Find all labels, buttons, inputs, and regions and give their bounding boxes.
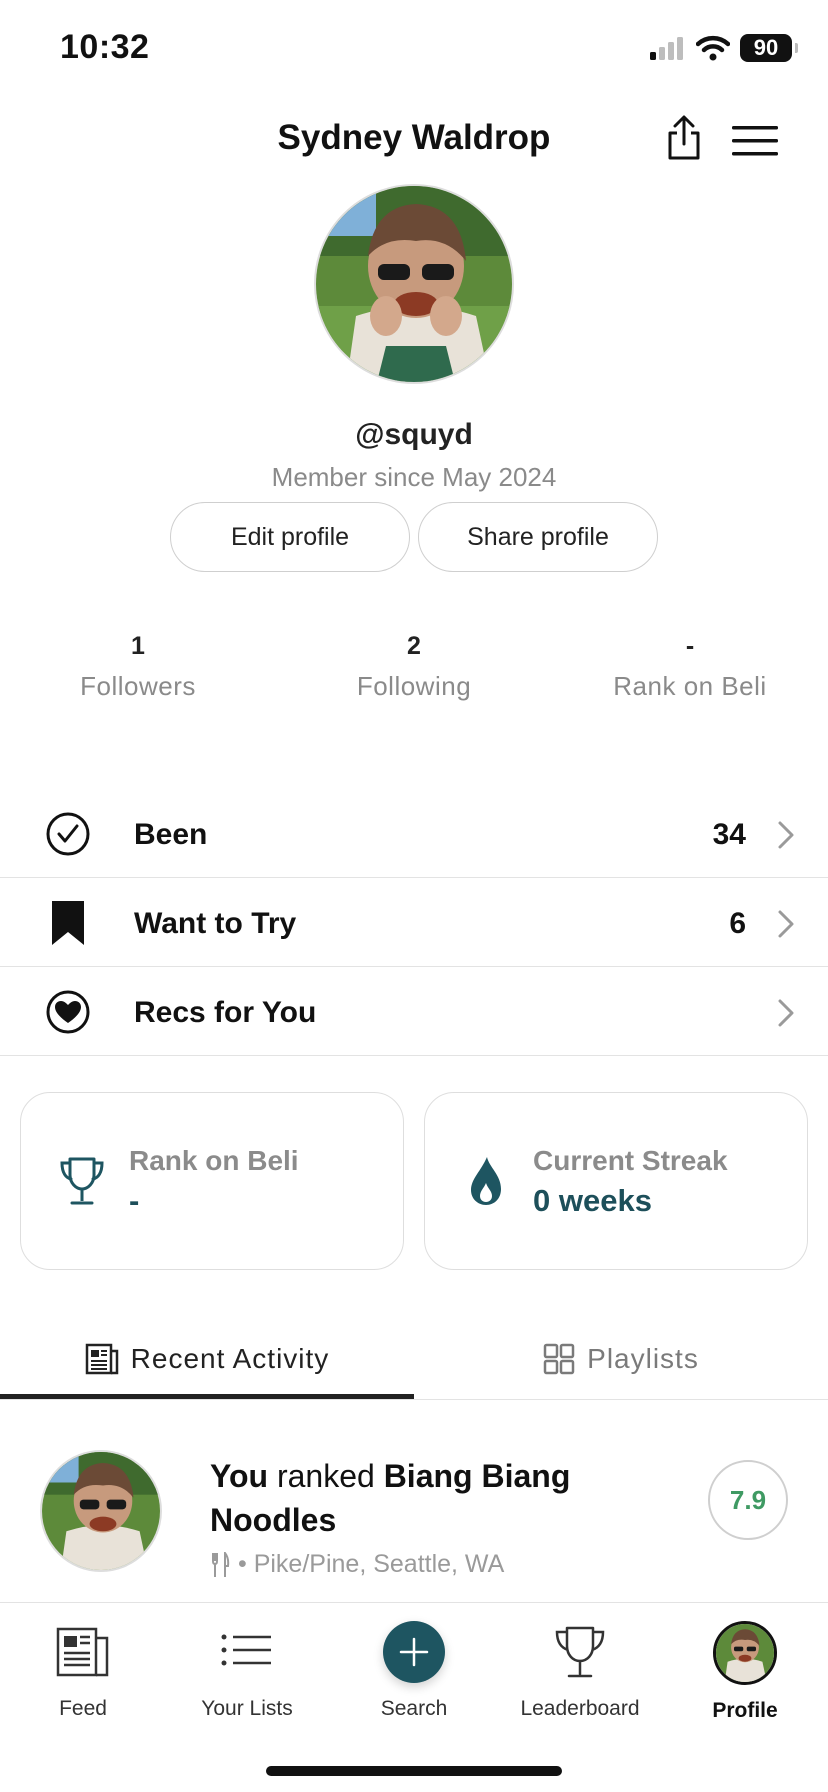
row-count: 34: [712, 818, 746, 851]
battery-indicator: 90: [740, 34, 798, 62]
row-label: Recs for You: [134, 996, 317, 1029]
stat-followers[interactable]: 1 Followers: [18, 632, 258, 702]
nav-search[interactable]: Search: [339, 1621, 489, 1721]
row-label: Want to Try: [134, 907, 297, 940]
check-circle-icon: [46, 812, 90, 856]
score-badge: 7.9: [708, 1460, 788, 1540]
edit-profile-button[interactable]: Edit profile: [170, 502, 410, 572]
signal-icon: [650, 37, 683, 60]
avatar[interactable]: [40, 1450, 162, 1572]
stat-rank: - Rank on Beli: [570, 632, 810, 702]
tab-playlists[interactable]: Playlists: [414, 1318, 828, 1400]
stat-following[interactable]: 2 Following: [294, 632, 534, 702]
trophy-icon: [60, 1157, 104, 1205]
newspaper-icon: [56, 1627, 109, 1677]
nav-feed[interactable]: Feed: [8, 1621, 158, 1721]
active-tab-indicator: [0, 1394, 414, 1399]
stat-value: -: [685, 632, 695, 660]
profile-stats: 1 Followers 2 Following - Rank on Beli: [0, 632, 828, 712]
bottom-nav: Feed Your Lists Search Leaderboard Profi…: [0, 1602, 828, 1792]
card-label: Rank on Beli: [129, 1145, 299, 1176]
streak-card[interactable]: Current Streak 0 weeks: [424, 1092, 808, 1270]
activity-text: You ranked Biang Biang Noodles: [210, 1454, 600, 1542]
nav-leaderboard[interactable]: Leaderboard: [505, 1621, 655, 1721]
activity-tabs: Recent Activity Playlists: [0, 1318, 828, 1400]
search-button[interactable]: [383, 1621, 445, 1683]
tab-label: Playlists: [587, 1343, 699, 1374]
share-profile-button[interactable]: Share profile: [418, 502, 658, 572]
list-row-want-to-try[interactable]: Want to Try 6: [0, 879, 828, 967]
avatar[interactable]: [314, 184, 514, 384]
stat-label: Followers: [80, 671, 196, 701]
newspaper-icon: [85, 1343, 118, 1375]
avatar: [713, 1621, 777, 1685]
nav-label: Your Lists: [201, 1697, 293, 1720]
chevron-right-icon: [778, 910, 794, 938]
activity-meta: • Pike/Pine, Seattle, WA: [210, 1550, 504, 1579]
nav-label: Search: [380, 1697, 448, 1720]
plus-icon: [399, 1637, 429, 1667]
list-row-been[interactable]: Been 34: [0, 790, 828, 878]
nav-label: Feed: [59, 1697, 107, 1720]
trophy-icon: [555, 1626, 605, 1678]
row-count: 6: [729, 907, 746, 940]
username: @squyd: [355, 418, 473, 451]
flame-icon: [471, 1157, 501, 1205]
activity-action: ranked: [276, 1458, 375, 1494]
stat-value: 1: [131, 632, 145, 660]
list-row-recs-for-you[interactable]: Recs for You: [0, 968, 828, 1056]
nav-label: Profile: [712, 1699, 778, 1722]
stat-label: Following: [356, 671, 472, 701]
nav-label: Leaderboard: [520, 1697, 640, 1720]
nav-profile[interactable]: Profile: [670, 1621, 820, 1723]
card-value: -: [129, 1183, 140, 1218]
tab-label: Recent Activity: [130, 1343, 330, 1374]
profile-header: Sydney Waldrop: [0, 110, 828, 170]
member-since: Member since May 2024: [271, 462, 557, 492]
activity-location: • Pike/Pine, Seattle, WA: [238, 1550, 505, 1578]
utensils-icon: [212, 1551, 230, 1577]
chevron-right-icon: [778, 821, 794, 849]
list-icon: [221, 1634, 271, 1666]
heart-circle-icon: [46, 990, 90, 1034]
home-indicator: [266, 1766, 562, 1776]
wifi-icon: [696, 35, 730, 61]
bookmark-icon: [52, 901, 84, 945]
share-icon[interactable]: [664, 114, 704, 162]
tab-recent-activity[interactable]: Recent Activity: [0, 1318, 414, 1400]
chevron-right-icon: [778, 999, 794, 1027]
grid-icon: [543, 1343, 575, 1375]
stat-value: 2: [407, 632, 421, 660]
row-label: Been: [134, 818, 208, 851]
menu-icon[interactable]: [730, 124, 780, 158]
stat-label: Rank on Beli: [613, 671, 767, 701]
nav-your-lists[interactable]: Your Lists: [172, 1621, 322, 1721]
activity-actor: You: [210, 1458, 269, 1494]
status-icons: 90: [650, 34, 798, 62]
activity-item[interactable]: You ranked Biang Biang Noodles • Pike/Pi…: [0, 1440, 828, 1600]
status-bar: 10:32 90: [0, 0, 828, 100]
card-value: 0 weeks: [533, 1183, 652, 1218]
status-time: 10:32: [60, 28, 150, 66]
rank-card[interactable]: Rank on Beli -: [20, 1092, 404, 1270]
card-label: Current Streak: [533, 1145, 728, 1176]
battery-level: 90: [753, 35, 779, 60]
